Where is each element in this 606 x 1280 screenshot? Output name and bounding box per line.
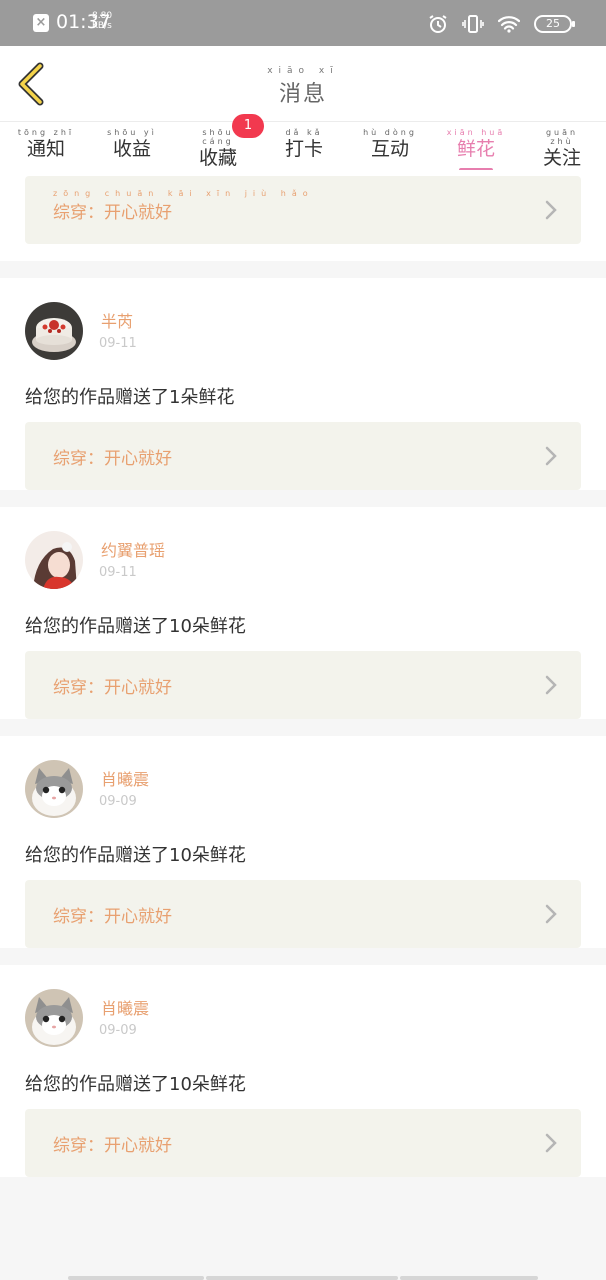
work-pinyin: zōng chuān kāi xīn jiù hǎo: [53, 189, 314, 198]
battery-icon: 25: [534, 15, 575, 33]
tab-checkin[interactable]: dǎ kǎ 打卡: [274, 128, 334, 161]
tab-follow[interactable]: guān zhù 关注: [532, 128, 592, 170]
list-item: 肖曦震 09-09 给您的作品赠送了10朵鲜花 综穿：开心就好: [0, 736, 606, 948]
cake-avatar-image: [25, 302, 83, 360]
tab-pinyin: guān zhù: [545, 128, 579, 146]
tab-interaction[interactable]: hù dòng 互动: [360, 128, 420, 161]
username[interactable]: 肖曦震: [101, 995, 149, 1019]
notification-icon: ×: [33, 14, 49, 32]
vibrate-icon: [462, 15, 484, 33]
chevron-right-icon: [545, 1133, 557, 1153]
tab-label: 关注: [542, 147, 581, 169]
work-title: 综穿：开心就好: [53, 678, 172, 698]
top-bar: xiāo xī 消息: [0, 46, 606, 122]
work-link[interactable]: 综穿：开心就好: [25, 1109, 581, 1177]
list-item: 半芮 09-11 给您的作品赠送了1朵鲜花 综穿：开心就好: [0, 278, 606, 490]
message-text: 给您的作品赠送了10朵鲜花: [25, 616, 246, 637]
work-link[interactable]: zōng chuān kāi xīn jiù hǎo 综穿：开心就好: [25, 176, 581, 244]
tab-pinyin: shōu yì: [107, 128, 157, 137]
message-date: 09-11: [99, 565, 137, 580]
tab-label: 收藏: [198, 147, 237, 169]
status-bar: × 01:37 8.80 KB/s 25: [0, 0, 606, 46]
work-link[interactable]: 综穿：开心就好: [25, 880, 581, 948]
tab-label: 互动: [370, 138, 409, 160]
tab-pinyin: tōng zhī: [17, 128, 75, 137]
tab-notice[interactable]: tōng zhī 通知: [16, 128, 76, 161]
tab-label: 收益: [112, 138, 151, 160]
avatar[interactable]: [25, 302, 83, 360]
title-pinyin: xiāo xī: [267, 66, 339, 76]
chevron-right-icon: [545, 446, 557, 466]
username[interactable]: 半芮: [101, 308, 133, 332]
message-date: 09-09: [99, 1023, 137, 1038]
tab-label: 打卡: [284, 138, 323, 160]
alarm-icon: [429, 15, 447, 33]
list-item: 肖曦震 09-09 给您的作品赠送了10朵鲜花 综穿：开心就好: [0, 965, 606, 1177]
chevron-right-icon: [545, 200, 557, 220]
cat-avatar-image: [25, 760, 83, 818]
network-speed: 8.80 KB/s: [92, 11, 113, 31]
message-date: 09-11: [99, 336, 137, 351]
tab-earnings[interactable]: shōu yì 收益: [102, 128, 162, 161]
message-text: 给您的作品赠送了10朵鲜花: [25, 1074, 246, 1095]
work-title: 综穿：开心就好: [53, 449, 172, 469]
username[interactable]: 约翼普瑶: [101, 537, 165, 561]
avatar[interactable]: [25, 989, 83, 1047]
bottom-tab-indicators: [0, 1272, 606, 1280]
tab-pinyin: hù dòng: [363, 128, 417, 137]
girl-avatar-image: [25, 531, 83, 589]
work-title: 综穿：开心就好: [53, 203, 172, 223]
work-title: 综穿：开心就好: [53, 1136, 172, 1156]
favorites-badge: 1: [232, 114, 264, 138]
wifi-icon: [498, 16, 520, 33]
list-item: 约翼普瑶 09-11 给您的作品赠送了10朵鲜花 综穿：开心就好: [0, 507, 606, 719]
page-title: 消息: [278, 82, 327, 107]
work-link[interactable]: 综穿：开心就好: [25, 422, 581, 490]
message-text: 给您的作品赠送了1朵鲜花: [25, 387, 235, 408]
tab-bar: tōng zhī 通知 shōu yì 收益 shōu cáng 收藏 1 dǎ…: [0, 114, 606, 172]
tab-pinyin: xiān huā: [446, 128, 506, 137]
list-item: zōng chuān kāi xīn jiù hǎo 综穿：开心就好: [0, 170, 606, 261]
message-list: zōng chuān kāi xīn jiù hǎo 综穿：开心就好 半芮 09…: [0, 170, 606, 1194]
cat-avatar-image: [25, 989, 83, 1047]
work-title: 综穿：开心就好: [53, 907, 172, 927]
tab-flowers[interactable]: xiān huā 鲜花: [446, 128, 506, 172]
tab-label: 鲜花: [456, 138, 495, 160]
work-link[interactable]: 综穿：开心就好: [25, 651, 581, 719]
chevron-right-icon: [545, 904, 557, 924]
username[interactable]: 肖曦震: [101, 766, 149, 790]
message-text: 给您的作品赠送了10朵鲜花: [25, 845, 246, 866]
avatar[interactable]: [25, 531, 83, 589]
avatar[interactable]: [25, 760, 83, 818]
chevron-right-icon: [545, 675, 557, 695]
message-date: 09-09: [99, 794, 137, 809]
tab-label: 通知: [26, 138, 65, 160]
tab-pinyin: dǎ kǎ: [285, 128, 323, 137]
